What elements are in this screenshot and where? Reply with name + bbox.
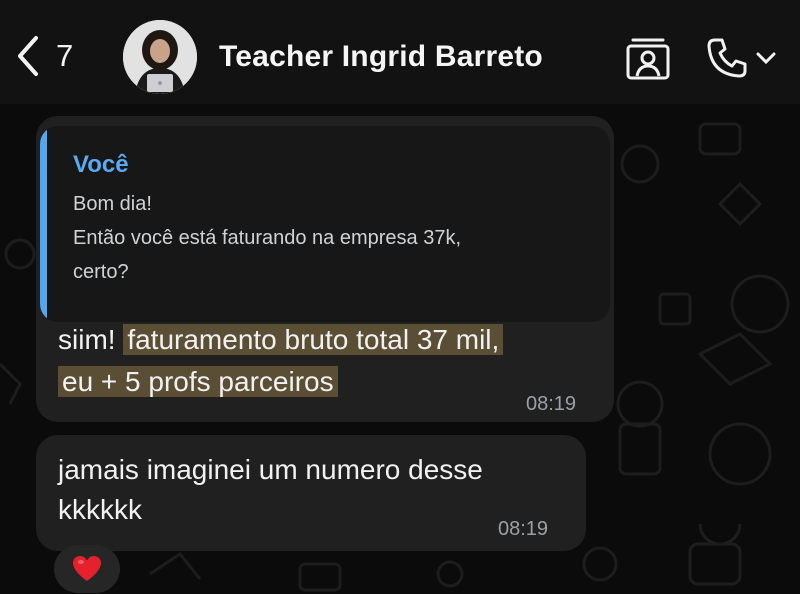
chevron-left-icon [18, 36, 38, 76]
reaction-badge[interactable] [54, 545, 120, 593]
message-text: eu + 5 profs parceiros [58, 366, 338, 398]
message-text-plain: siim! [58, 324, 116, 355]
quote-line: certo? [73, 261, 129, 283]
contact-name[interactable]: Teacher Ingrid Barreto [219, 40, 543, 74]
message-text: jamais imaginei um numero desse [58, 454, 483, 485]
highlighted-text: faturamento bruto total 37 mil, [123, 324, 504, 355]
message-timestamp: 08:19 [498, 518, 549, 540]
quoted-message[interactable]: Você Bom dia! Então você está faturando … [40, 126, 610, 322]
chat-header: 7 Teacher Ingrid Barreto [0, 0, 800, 104]
contact-card-button[interactable] [625, 36, 671, 85]
message-bubble[interactable]: jamais imaginei um numero desse kkkkkk 0… [36, 435, 586, 551]
message-text: siim! faturamento bruto total 37 mil, [58, 324, 504, 356]
call-button[interactable] [705, 36, 777, 80]
quote-line: Então você está faturando na empresa 37k… [73, 227, 462, 249]
heart-icon [73, 556, 101, 581]
chevron-down-icon [756, 52, 776, 65]
message-text: kkkkkk [58, 494, 142, 525]
quote-accent-bar [40, 126, 47, 322]
quote-line: Bom dia! [73, 193, 152, 215]
back-button[interactable]: 7 [14, 34, 73, 78]
phone-icon [707, 38, 747, 78]
contact-card-icon [626, 38, 670, 80]
quote-author: Você [73, 151, 129, 178]
message-timestamp: 08:19 [526, 393, 577, 415]
avatar[interactable] [123, 20, 197, 94]
highlighted-text: eu + 5 profs parceiros [58, 366, 338, 397]
message-bubble[interactable]: Você Bom dia! Então você está faturando … [36, 116, 614, 422]
unread-count: 7 [56, 38, 74, 73]
